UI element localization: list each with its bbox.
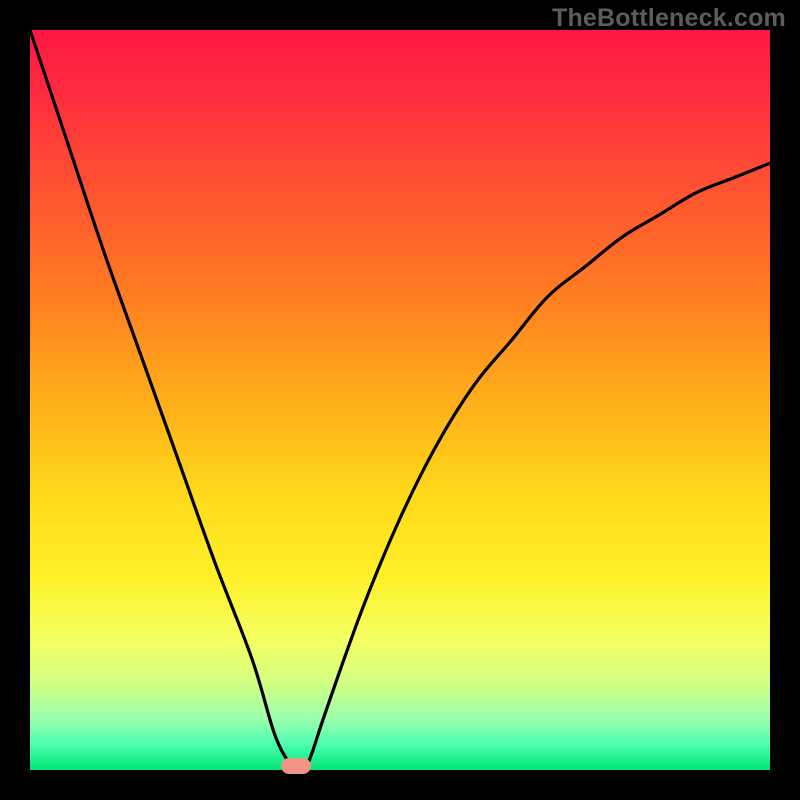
minimum-marker bbox=[281, 758, 311, 774]
gradient-background bbox=[30, 30, 770, 770]
watermark-text: TheBottleneck.com bbox=[552, 4, 786, 33]
chart-frame: TheBottleneck.com bbox=[0, 0, 800, 800]
bottleneck-chart bbox=[30, 30, 770, 770]
plot-area bbox=[30, 30, 770, 770]
